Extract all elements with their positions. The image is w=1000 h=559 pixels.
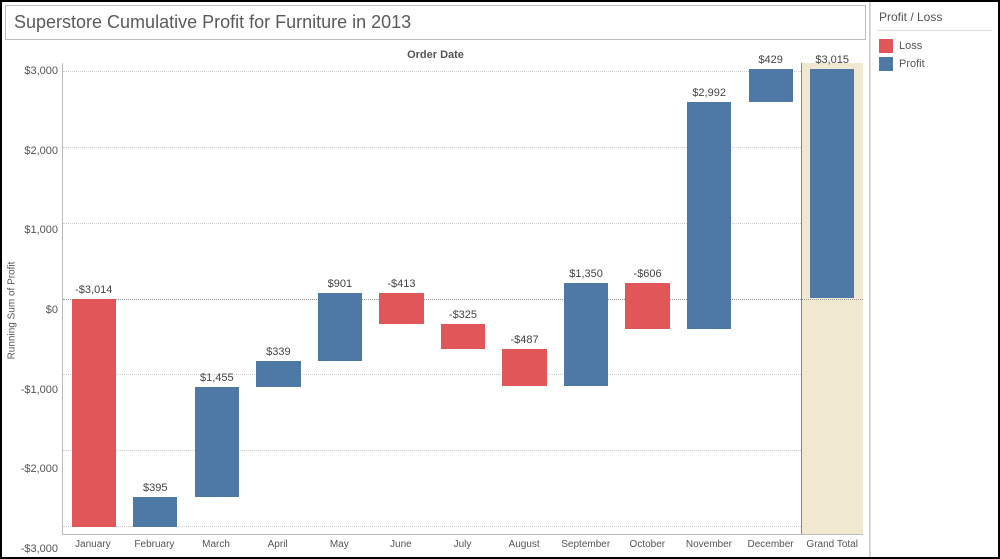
bar[interactable] bbox=[379, 293, 423, 324]
zero-line bbox=[63, 299, 863, 300]
x-tick-label: April bbox=[268, 539, 288, 550]
bar[interactable] bbox=[564, 283, 608, 386]
y-tick-label: $2,000 bbox=[24, 145, 58, 157]
legend-item[interactable]: Profit bbox=[877, 55, 992, 73]
x-tick-label: August bbox=[509, 539, 540, 550]
x-tick-label: May bbox=[330, 539, 349, 550]
x-tick-label: March bbox=[202, 539, 230, 550]
legend-item[interactable]: Loss bbox=[877, 37, 992, 55]
x-tick-label: January bbox=[75, 539, 111, 550]
bar[interactable] bbox=[625, 283, 669, 329]
bar-value-label: -$413 bbox=[371, 278, 433, 293]
x-tick-label: October bbox=[630, 539, 666, 550]
bar-value-label: $1,455 bbox=[186, 372, 248, 387]
y-tick-label: $3,000 bbox=[24, 65, 58, 77]
plot-wrap: Running Sum of Profit -$3,000 -$2,000 -$1,… bbox=[2, 63, 869, 557]
bar-value-label: $429 bbox=[740, 54, 802, 69]
x-tick-label: November bbox=[686, 539, 732, 550]
grid-line bbox=[63, 374, 863, 375]
bar[interactable] bbox=[441, 324, 485, 349]
y-tick-label: -$2,000 bbox=[21, 463, 58, 475]
bar-value-label: -$487 bbox=[494, 334, 556, 349]
y-tick-label: $1,000 bbox=[24, 224, 58, 236]
x-tick-label: February bbox=[134, 539, 174, 550]
legend-swatch bbox=[879, 57, 893, 71]
bar-value-label: $3,015 bbox=[801, 54, 863, 69]
app-frame: Superstore Cumulative Profit for Furnitu… bbox=[0, 0, 1000, 559]
y-tick-label: $0 bbox=[46, 304, 58, 316]
grid-line bbox=[63, 223, 863, 224]
x-tick-label: June bbox=[390, 539, 412, 550]
x-tick-label: December bbox=[747, 539, 793, 550]
grid-line bbox=[63, 147, 863, 148]
bar[interactable] bbox=[72, 299, 116, 528]
legend-panel: Profit / Loss Loss Profit bbox=[870, 2, 998, 557]
y-axis-ticks: -$3,000 -$2,000 -$1,000 $0 $1,000 $2,000 $3,00… bbox=[22, 63, 62, 557]
chart-title: Superstore Cumulative Profit for Furnitu… bbox=[5, 5, 866, 40]
y-axis-title: Running Sum of Profit bbox=[7, 261, 18, 359]
legend-title: Profit / Loss bbox=[877, 6, 992, 31]
bar-value-label: $901 bbox=[309, 278, 371, 293]
bar[interactable] bbox=[256, 361, 300, 387]
x-axis-ticks: January February March April May June July Augu… bbox=[62, 537, 863, 555]
x-tick-label: Grand Total bbox=[806, 539, 858, 550]
bar-value-label: $395 bbox=[125, 482, 187, 497]
grid-line bbox=[63, 526, 863, 527]
x-tick-label: September bbox=[561, 539, 610, 550]
grid-line bbox=[63, 71, 863, 72]
bar[interactable] bbox=[687, 102, 731, 329]
y-tick-label: -$1,000 bbox=[21, 384, 58, 396]
y-axis-title-container: Running Sum of Profit bbox=[2, 63, 22, 557]
chart-panel: Superstore Cumulative Profit for Furnitu… bbox=[2, 2, 870, 557]
bar[interactable] bbox=[502, 349, 546, 386]
legend-items: Loss Profit bbox=[877, 37, 992, 73]
bar-value-label: $1,350 bbox=[555, 268, 617, 283]
bar[interactable] bbox=[133, 497, 177, 527]
bar-value-label: -$325 bbox=[432, 309, 494, 324]
grid-line bbox=[63, 450, 863, 451]
bar[interactable] bbox=[318, 293, 362, 361]
bar-value-label: -$606 bbox=[617, 268, 679, 283]
bar[interactable] bbox=[810, 69, 854, 298]
bar-value-label: $2,992 bbox=[678, 87, 740, 102]
plot-area[interactable]: -$3,014 $395 $1,455$339 $901-$413 -$325-$487… bbox=[62, 63, 863, 535]
bar[interactable] bbox=[749, 69, 793, 102]
bar-value-label: $339 bbox=[248, 346, 310, 361]
y-tick-label: -$3,000 bbox=[21, 543, 58, 555]
bar[interactable] bbox=[195, 387, 239, 498]
legend-label: Profit bbox=[899, 58, 925, 70]
legend-label: Loss bbox=[899, 40, 922, 52]
x-tick-label: July bbox=[454, 539, 472, 550]
bar-value-label: -$3,014 bbox=[63, 284, 125, 299]
legend-swatch bbox=[879, 39, 893, 53]
